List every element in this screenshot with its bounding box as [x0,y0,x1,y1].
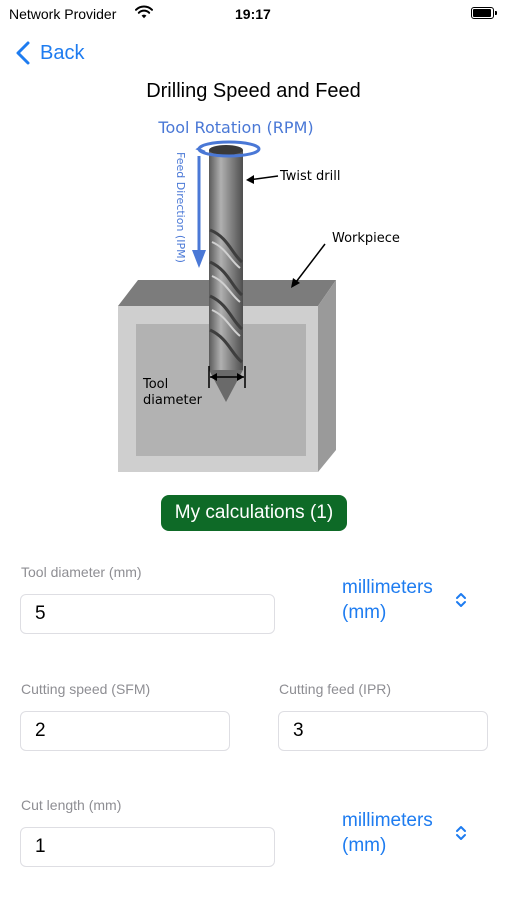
twist-drill [209,145,244,402]
unit-line-2: (mm) [342,602,387,623]
tool-diameter-label-line2: diameter [143,393,203,408]
cutting-speed-label: Cutting speed (SFM) [21,681,151,697]
tool-diameter-label-line1: Tool [142,377,168,392]
unit-line-1: millimeters [342,577,433,598]
back-label: Back [40,41,85,64]
chevron-up-down-icon[interactable] [455,591,467,609]
carrier-name: Network Provider [9,6,117,22]
cut-length-input[interactable]: 1 [20,827,275,867]
cut-length-unit-select[interactable]: millimeters (mm) [342,808,433,858]
cutting-feed-label: Cutting feed (IPR) [279,681,392,697]
unit-line-2: (mm) [342,835,387,856]
battery-icon [471,7,497,19]
clock: 19:17 [235,6,271,22]
workpiece-label: Workpiece [332,231,400,246]
chevron-left-icon [16,41,30,65]
twist-drill-label: Twist drill [279,169,340,184]
status-bar: Network Provider 19:17 [0,0,507,28]
wifi-icon [135,5,153,19]
tool-diameter-label: Tool diameter (mm) [21,564,142,580]
drilling-diagram: Tool Rotation (RPM) Feed Direction (IPM)… [118,118,400,472]
tool-diameter-unit-select[interactable]: millimeters (mm) [342,575,433,625]
tool-diameter-input[interactable]: 5 [20,594,275,634]
chevron-up-down-icon[interactable] [455,824,467,842]
cutting-speed-input[interactable]: 2 [20,711,230,751]
feed-direction-label: Feed Direction (IPM) [174,152,187,263]
back-button[interactable]: Back [14,38,84,68]
cut-length-label: Cut length (mm) [21,797,122,813]
cutting-feed-input[interactable]: 3 [278,711,488,751]
page-title: Drilling Speed and Feed [146,80,361,102]
my-calculations-button[interactable]: My calculations (1) [161,495,347,531]
rotation-label: Tool Rotation (RPM) [157,118,313,137]
feed-arrow [192,156,206,268]
unit-line-1: millimeters [342,810,433,831]
